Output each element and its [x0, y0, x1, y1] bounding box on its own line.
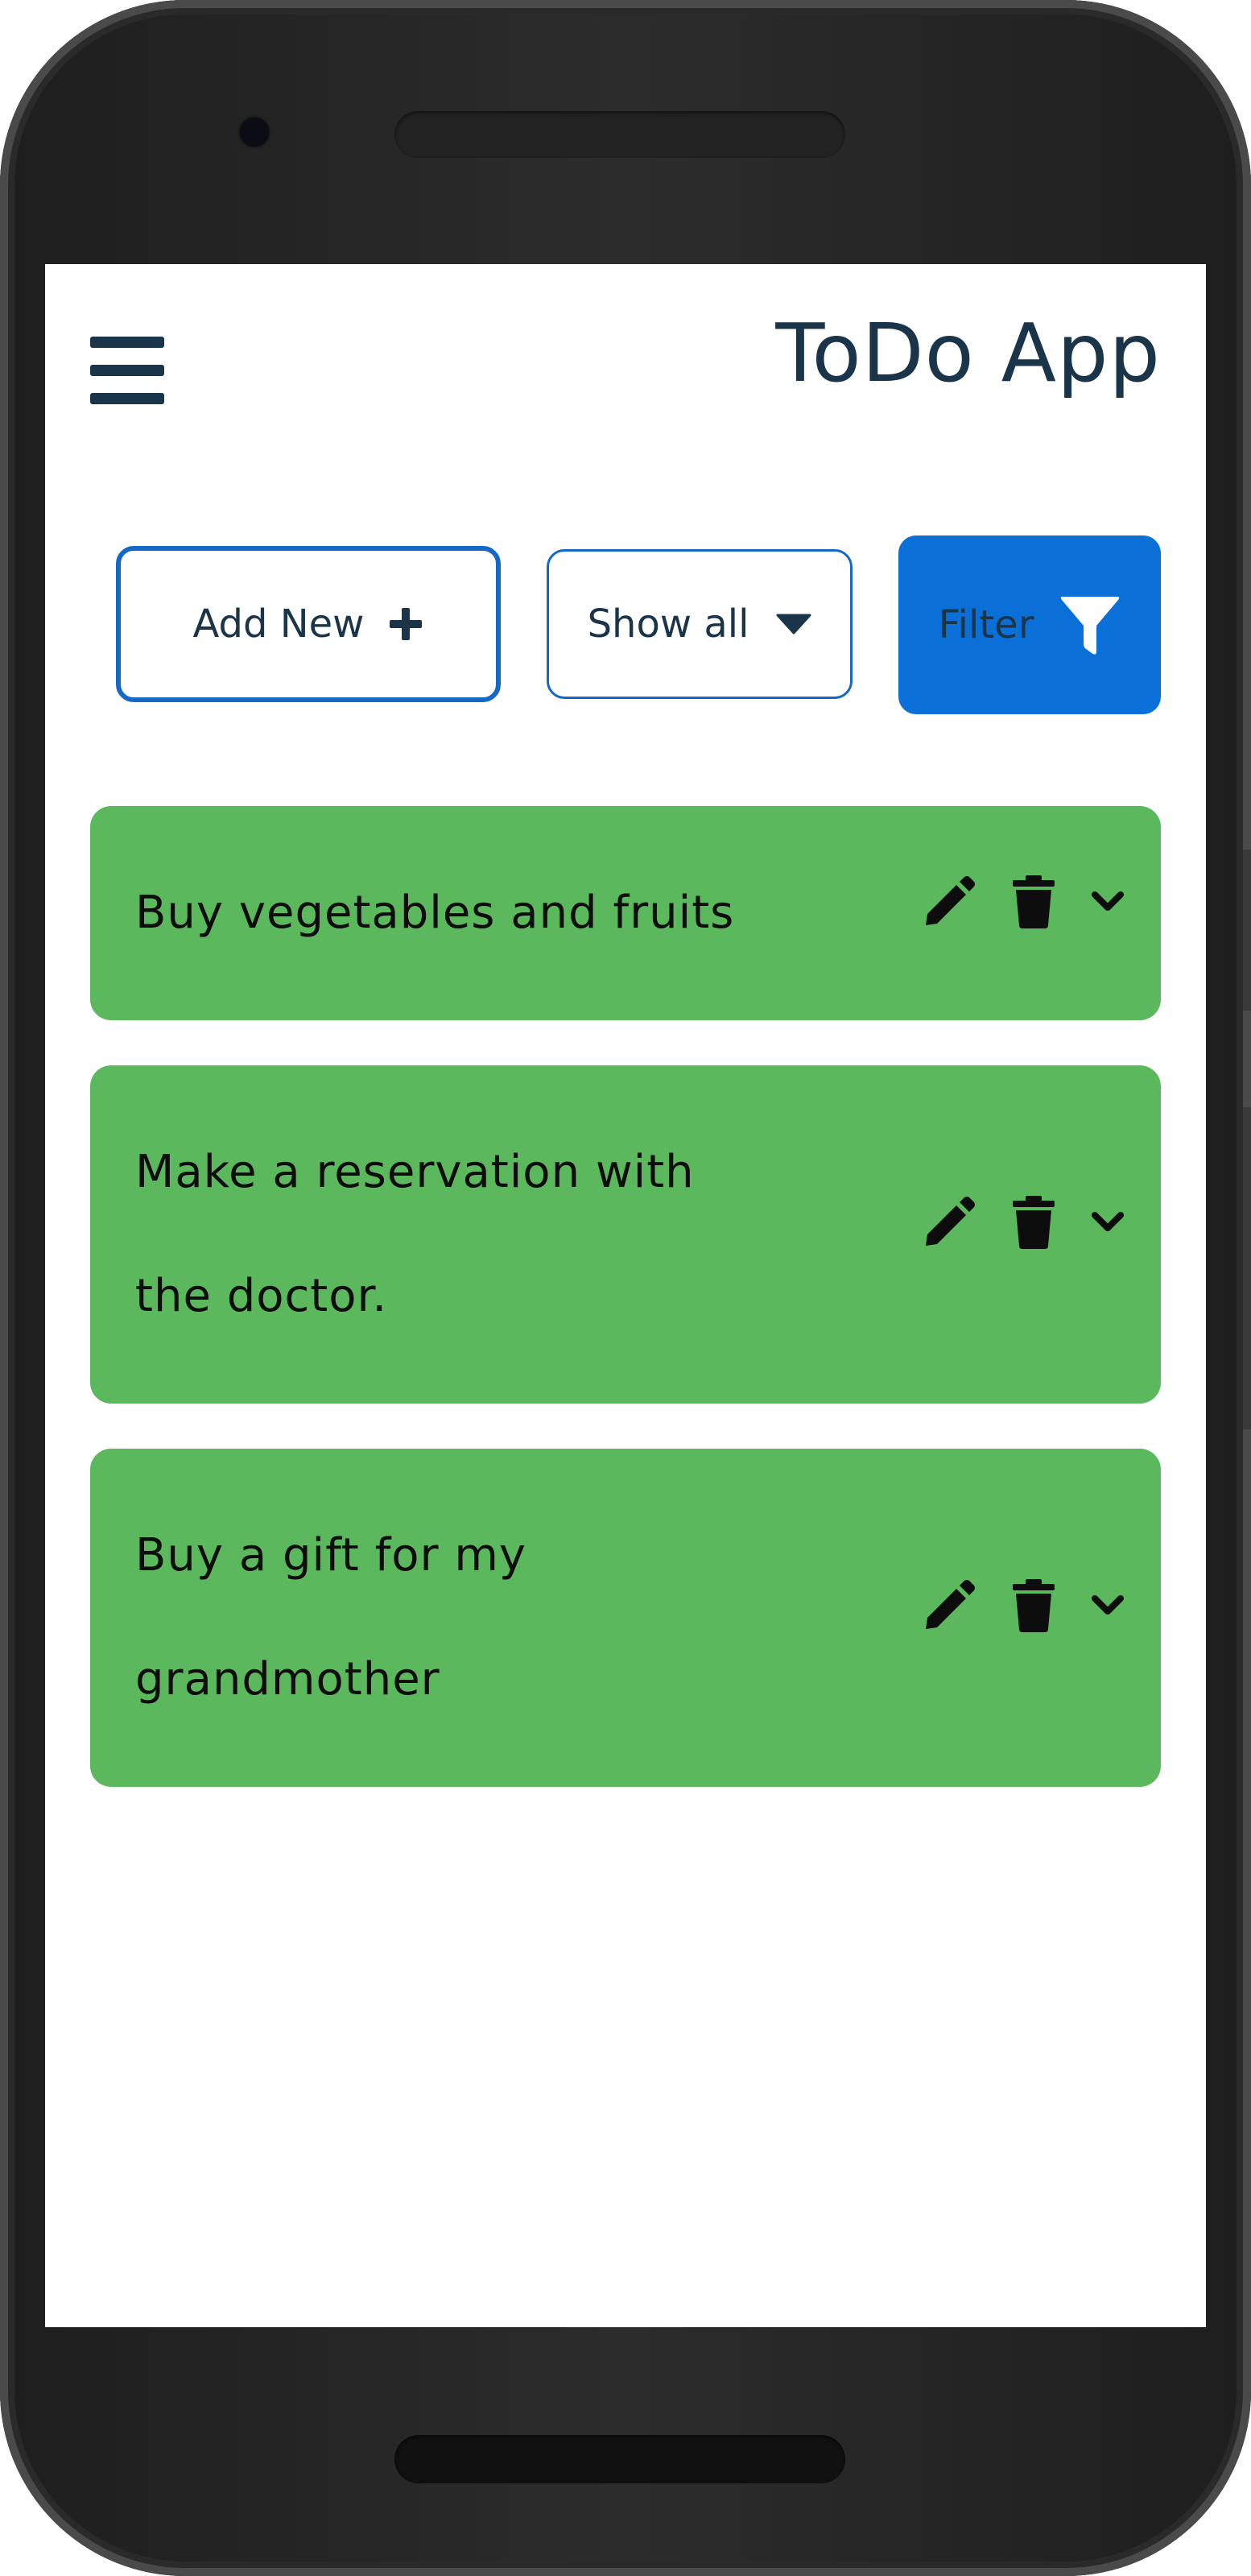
show-all-label: Show all — [587, 602, 749, 647]
phone-frame: ToDo App Add New Show all Filter Buy veg… — [0, 0, 1251, 2576]
todo-text: Buy vegetables and fruits — [135, 887, 735, 939]
todo-text: Buy a gift for my grandmother — [135, 1529, 527, 1706]
front-camera — [240, 118, 269, 147]
chevron-down-icon[interactable] — [1092, 1212, 1124, 1233]
chevron-down-icon[interactable] — [1092, 891, 1124, 912]
plus-icon — [388, 606, 423, 642]
trash-icon[interactable] — [1011, 875, 1056, 928]
trash-icon[interactable] — [1011, 1579, 1056, 1632]
pencil-icon[interactable] — [923, 875, 976, 928]
hamburger-menu-icon[interactable] — [90, 335, 164, 404]
todo-text: Make a reservation with the doctor. — [135, 1146, 695, 1322]
app-header: ToDo App — [45, 264, 1206, 417]
app-screen: ToDo App Add New Show all Filter Buy veg… — [45, 264, 1206, 2327]
todo-item: Buy a gift for my grandmother — [90, 1449, 1161, 1787]
todo-actions — [923, 1196, 1124, 1249]
earpiece-speaker — [394, 111, 845, 158]
home-bar — [394, 2435, 845, 2483]
caret-down-icon — [776, 614, 811, 635]
pencil-icon[interactable] — [923, 1196, 976, 1249]
trash-icon[interactable] — [1011, 1196, 1056, 1249]
volume-button — [1243, 850, 1251, 1011]
filter-label: Filter — [938, 602, 1034, 647]
power-button — [1243, 1107, 1251, 1429]
add-new-label: Add New — [192, 602, 365, 647]
filter-button[interactable]: Filter — [898, 535, 1161, 714]
todo-item: Buy vegetables and fruits — [90, 806, 1161, 1020]
app-title: ToDo App — [775, 306, 1161, 400]
todo-actions — [923, 875, 1124, 928]
show-all-dropdown[interactable]: Show all — [547, 549, 853, 699]
todo-actions — [923, 1579, 1124, 1632]
funnel-icon — [1059, 593, 1121, 656]
add-new-button[interactable]: Add New — [116, 546, 501, 702]
pencil-icon[interactable] — [923, 1579, 976, 1632]
chevron-down-icon[interactable] — [1092, 1595, 1124, 1616]
todo-item: Make a reservation with the doctor. — [90, 1065, 1161, 1404]
